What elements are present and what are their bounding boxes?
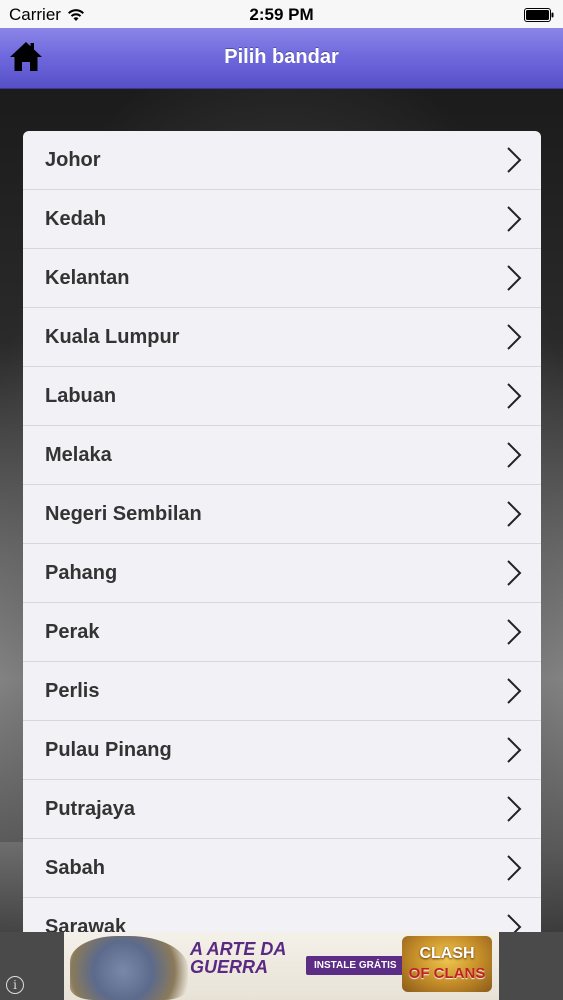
list-item-label: Pulau Pinang xyxy=(45,738,172,761)
list-item-label: Johor xyxy=(45,148,101,171)
chevron-right-icon xyxy=(507,147,522,173)
ad-logo: CLASH OF CLANS xyxy=(402,936,492,992)
chevron-right-icon xyxy=(507,206,522,232)
ad-bar: i A ARTE DA GUERRA INSTALE GRÁTIS CLASH … xyxy=(0,932,563,1000)
ad-headline: A ARTE DA GUERRA xyxy=(190,939,286,977)
ad-character-image xyxy=(70,936,188,1000)
chevron-right-icon xyxy=(507,560,522,586)
list-item-label: Sarawak xyxy=(45,915,127,933)
list-item-kuala-lumpur[interactable]: Kuala Lumpur xyxy=(23,308,541,367)
list-item-sabah[interactable]: Sabah xyxy=(23,839,541,898)
list-item-sarawak[interactable]: Sarawak xyxy=(23,898,541,932)
list-item-putrajaya[interactable]: Putrajaya xyxy=(23,780,541,839)
chevron-right-icon xyxy=(507,442,522,468)
state-list: Johor Kedah Kelantan Kuala Lumpur Labuan… xyxy=(23,131,541,932)
list-item-perak[interactable]: Perak xyxy=(23,603,541,662)
chevron-right-icon xyxy=(507,383,522,409)
list-item-kelantan[interactable]: Kelantan xyxy=(23,249,541,308)
ad-banner[interactable]: A ARTE DA GUERRA INSTALE GRÁTIS CLASH OF… xyxy=(64,932,499,1000)
battery-icon xyxy=(524,7,554,22)
list-item-labuan[interactable]: Labuan xyxy=(23,367,541,426)
chevron-right-icon xyxy=(507,914,522,932)
list-item-label: Kelantan xyxy=(45,266,130,289)
navigation-bar: Pilih bandar xyxy=(0,28,563,89)
page-title: Pilih bandar xyxy=(224,46,339,68)
status-bar: Carrier 2:59 PM xyxy=(0,0,563,28)
list-item-perlis[interactable]: Perlis xyxy=(23,662,541,721)
list-item-label: Perlis xyxy=(45,679,100,702)
chevron-right-icon xyxy=(507,678,522,704)
chevron-right-icon xyxy=(507,324,522,350)
chevron-right-icon xyxy=(507,619,522,645)
list-item-label: Pahang xyxy=(45,561,118,584)
status-time: 2:59 PM xyxy=(249,5,314,24)
list-item-pulau-pinang[interactable]: Pulau Pinang xyxy=(23,721,541,780)
chevron-right-icon xyxy=(507,796,522,822)
ad-install-button[interactable]: INSTALE GRÁTIS xyxy=(306,956,405,975)
list-item-label: Kuala Lumpur xyxy=(45,325,180,348)
list-item-label: Putrajaya xyxy=(45,797,136,820)
list-item-melaka[interactable]: Melaka xyxy=(23,426,541,485)
ad-logo-top: CLASH xyxy=(419,945,475,962)
list-item-label: Labuan xyxy=(45,384,117,407)
chevron-right-icon xyxy=(507,855,522,881)
list-item-label: Perak xyxy=(45,620,100,643)
list-item-label: Negeri Sembilan xyxy=(45,502,202,525)
ad-logo-bottom: OF CLANS xyxy=(408,965,486,982)
list-item-label: Sabah xyxy=(45,856,106,879)
list-item-label: Melaka xyxy=(45,443,112,466)
list-item-johor[interactable]: Johor xyxy=(23,131,541,190)
chevron-right-icon xyxy=(507,737,522,763)
chevron-right-icon xyxy=(507,265,522,291)
list-item-pahang[interactable]: Pahang xyxy=(23,544,541,603)
chevron-right-icon xyxy=(507,501,522,527)
list-item-negeri-sembilan[interactable]: Negeri Sembilan xyxy=(23,485,541,544)
list-item-label: Kedah xyxy=(45,207,107,230)
list-item-kedah[interactable]: Kedah xyxy=(23,190,541,249)
info-icon[interactable]: i xyxy=(6,976,24,994)
